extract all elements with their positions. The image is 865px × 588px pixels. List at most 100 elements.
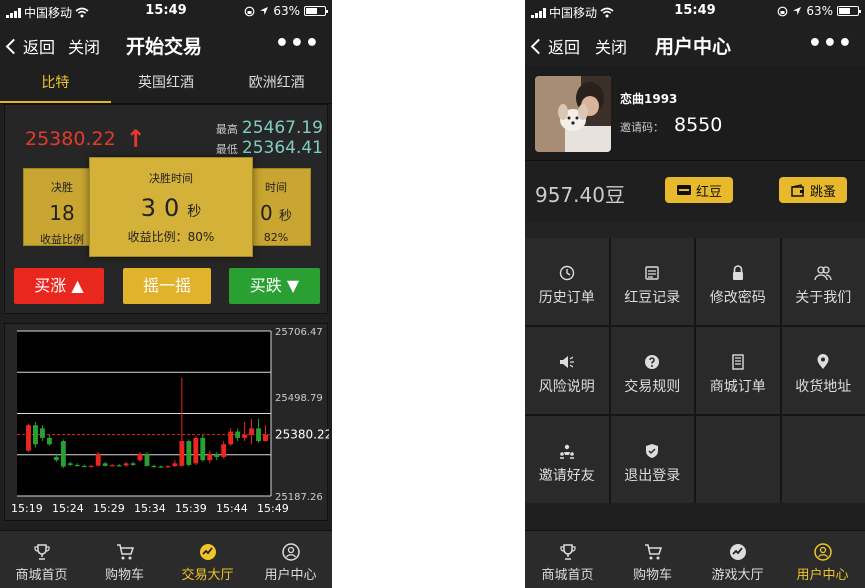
menu-mall-orders[interactable]: 商城订单 xyxy=(696,327,780,414)
battery-icon xyxy=(837,6,861,16)
user-icon xyxy=(813,543,832,561)
menu-shipping-address[interactable]: 收货地址 xyxy=(781,327,865,414)
close-button[interactable]: 关闭 xyxy=(68,34,100,58)
history-icon xyxy=(559,265,574,281)
candle-body xyxy=(242,434,248,438)
tab-mall-home[interactable]: 商城首页 xyxy=(0,531,83,588)
y-tick-label: 25380.22 xyxy=(275,428,329,442)
tab-cart[interactable]: 购物车 xyxy=(83,531,166,588)
menu-invite-friends[interactable]: 邀请好友 xyxy=(525,416,609,503)
chevron-left-icon xyxy=(5,38,22,54)
back-button[interactable]: 返回 xyxy=(5,34,56,58)
quote-panel: 25380.22 ↑ 最高 25467.19 最低 25364.41 决胜 18 收… xyxy=(4,104,328,314)
product-tabs: 比特 英国红酒 欧洲红酒 xyxy=(0,66,332,104)
rotation-lock-icon xyxy=(244,6,255,16)
close-button[interactable]: 关闭 xyxy=(595,34,627,58)
more-icon[interactable]: ••• xyxy=(275,31,320,56)
page-title: 用户中心 xyxy=(655,36,732,58)
pulse-icon xyxy=(729,544,746,560)
candle-body xyxy=(116,465,122,467)
candle-body xyxy=(39,428,45,438)
tab-label: 购物车 xyxy=(104,568,144,583)
high-low: 最高 25467.19 最低 25364.41 xyxy=(216,119,323,159)
invite-icon xyxy=(559,444,574,459)
candle-body xyxy=(102,463,108,466)
battery-percent: 63% xyxy=(273,4,300,18)
more-icon[interactable]: ••• xyxy=(808,31,853,56)
rotation-lock-icon xyxy=(777,6,788,16)
invite-code-row: 邀请码： 8550 xyxy=(620,114,722,136)
candle-body xyxy=(123,463,129,466)
tab-european-wine[interactable]: 欧洲红酒 xyxy=(221,66,332,103)
back-label: 返回 xyxy=(23,38,56,57)
menu-risk-notice[interactable]: 风险说明 xyxy=(525,327,609,414)
candle-body xyxy=(46,437,52,445)
candle-body xyxy=(263,434,268,442)
card-seconds: 30 xyxy=(140,194,188,222)
back-button[interactable]: 返回 xyxy=(530,34,580,58)
tab-label: 购物车 xyxy=(632,568,672,583)
location-icon xyxy=(817,354,829,369)
chevron-left-icon xyxy=(530,38,547,54)
trade-screen: 中国移动 15:49 63% 返回 关闭 开始交易 ••• 比特 英国红酒 欧洲… xyxy=(0,0,332,588)
x-tick-label: 15:39 xyxy=(175,502,207,515)
button-label: 跳蚤 xyxy=(809,184,836,200)
candle-body xyxy=(200,437,206,461)
tab-bite[interactable]: 比特 xyxy=(0,66,111,103)
shake-button[interactable]: 摇一摇 xyxy=(123,268,211,304)
tab-label: 游戏大厅 xyxy=(711,568,764,583)
invite-code: 8550 xyxy=(674,114,723,136)
invite-label: 邀请码： xyxy=(620,121,664,134)
avatar[interactable] xyxy=(535,76,611,152)
page-title: 开始交易 xyxy=(126,36,203,58)
hongdou-button[interactable]: 红豆 xyxy=(665,177,733,203)
buy-up-button[interactable]: 买涨 ▲ xyxy=(14,268,104,304)
tab-mall-home[interactable]: 商城首页 xyxy=(525,531,610,588)
tab-cart[interactable]: 购物车 xyxy=(610,531,695,588)
tab-british-wine[interactable]: 英国红酒 xyxy=(111,66,222,103)
x-tick-label: 15:29 xyxy=(93,502,125,515)
speaker-icon xyxy=(559,356,574,368)
menu-trading-rules[interactable]: 交易规则 xyxy=(610,327,694,414)
menu-label: 交易规则 xyxy=(624,379,681,395)
tiaodan-button[interactable]: 跳蚤 xyxy=(779,177,847,203)
tab-label: 用户中心 xyxy=(796,568,849,583)
menu-history-orders[interactable]: 历史订单 xyxy=(525,238,609,325)
tab-trade-hall[interactable]: 交易大厅 xyxy=(166,531,249,588)
wallet-card-icon xyxy=(676,185,691,195)
card-unit: 秒 xyxy=(187,204,202,220)
tab-user-center[interactable]: 用户中心 xyxy=(249,531,332,588)
shield-icon xyxy=(646,444,659,458)
tab-user-center[interactable]: 用户中心 xyxy=(780,531,865,588)
user-center-screen: 中国移动 15:49 63% 返回 关闭 用户中心 ••• 恋曲1993 邀请码… xyxy=(525,0,865,588)
candle-body xyxy=(235,431,241,438)
card-unit: 秒 xyxy=(279,209,293,224)
y-tick-label: 25498.79 xyxy=(275,393,323,404)
candle-body xyxy=(109,465,115,467)
book-icon xyxy=(732,354,744,370)
menu-change-password[interactable]: 修改密码 xyxy=(696,238,780,325)
balance-row: 957.40豆 红豆 跳蚤 xyxy=(525,160,865,222)
buy-down-button[interactable]: 买跌 ▼ xyxy=(229,268,320,304)
x-tick-label: 15:24 xyxy=(52,502,84,515)
trophy-icon xyxy=(559,544,576,560)
menu-logout[interactable]: 退出登录 xyxy=(610,416,694,503)
status-bar: 中国移动 15:49 63% xyxy=(525,0,865,22)
duration-card-selected[interactable]: 决胜时间 30秒 收益比例：80% xyxy=(89,157,253,257)
candle-body xyxy=(137,453,143,461)
card-rate: 收益比例：80% xyxy=(127,230,215,244)
candle-body xyxy=(221,444,227,457)
low-label: 最低 xyxy=(215,143,238,156)
bottom-tab-bar: 商城首页 购物车 交易大厅 用户中心 xyxy=(0,530,332,588)
bottom-tab-bar: 商城首页 购物车 游戏大厅 用户中心 xyxy=(525,530,865,588)
profile-section: 恋曲1993 邀请码： 8550 xyxy=(525,66,865,160)
nav-bar: 返回 关闭 开始交易 ••• xyxy=(0,22,332,66)
tab-game-hall[interactable]: 游戏大厅 xyxy=(695,531,780,588)
menu-hongdou-records[interactable]: 红豆记录 xyxy=(610,238,694,325)
battery-icon xyxy=(304,6,328,16)
menu-about-us[interactable]: 关于我们 xyxy=(781,238,865,325)
kline-chart-panel: 25706.47 25498.79 25380.22 25187.26 15:19 15:… xyxy=(4,323,332,521)
menu-label: 关于我们 xyxy=(795,290,852,306)
record-icon xyxy=(645,266,659,280)
balance-value: 957.40豆 xyxy=(535,183,625,207)
